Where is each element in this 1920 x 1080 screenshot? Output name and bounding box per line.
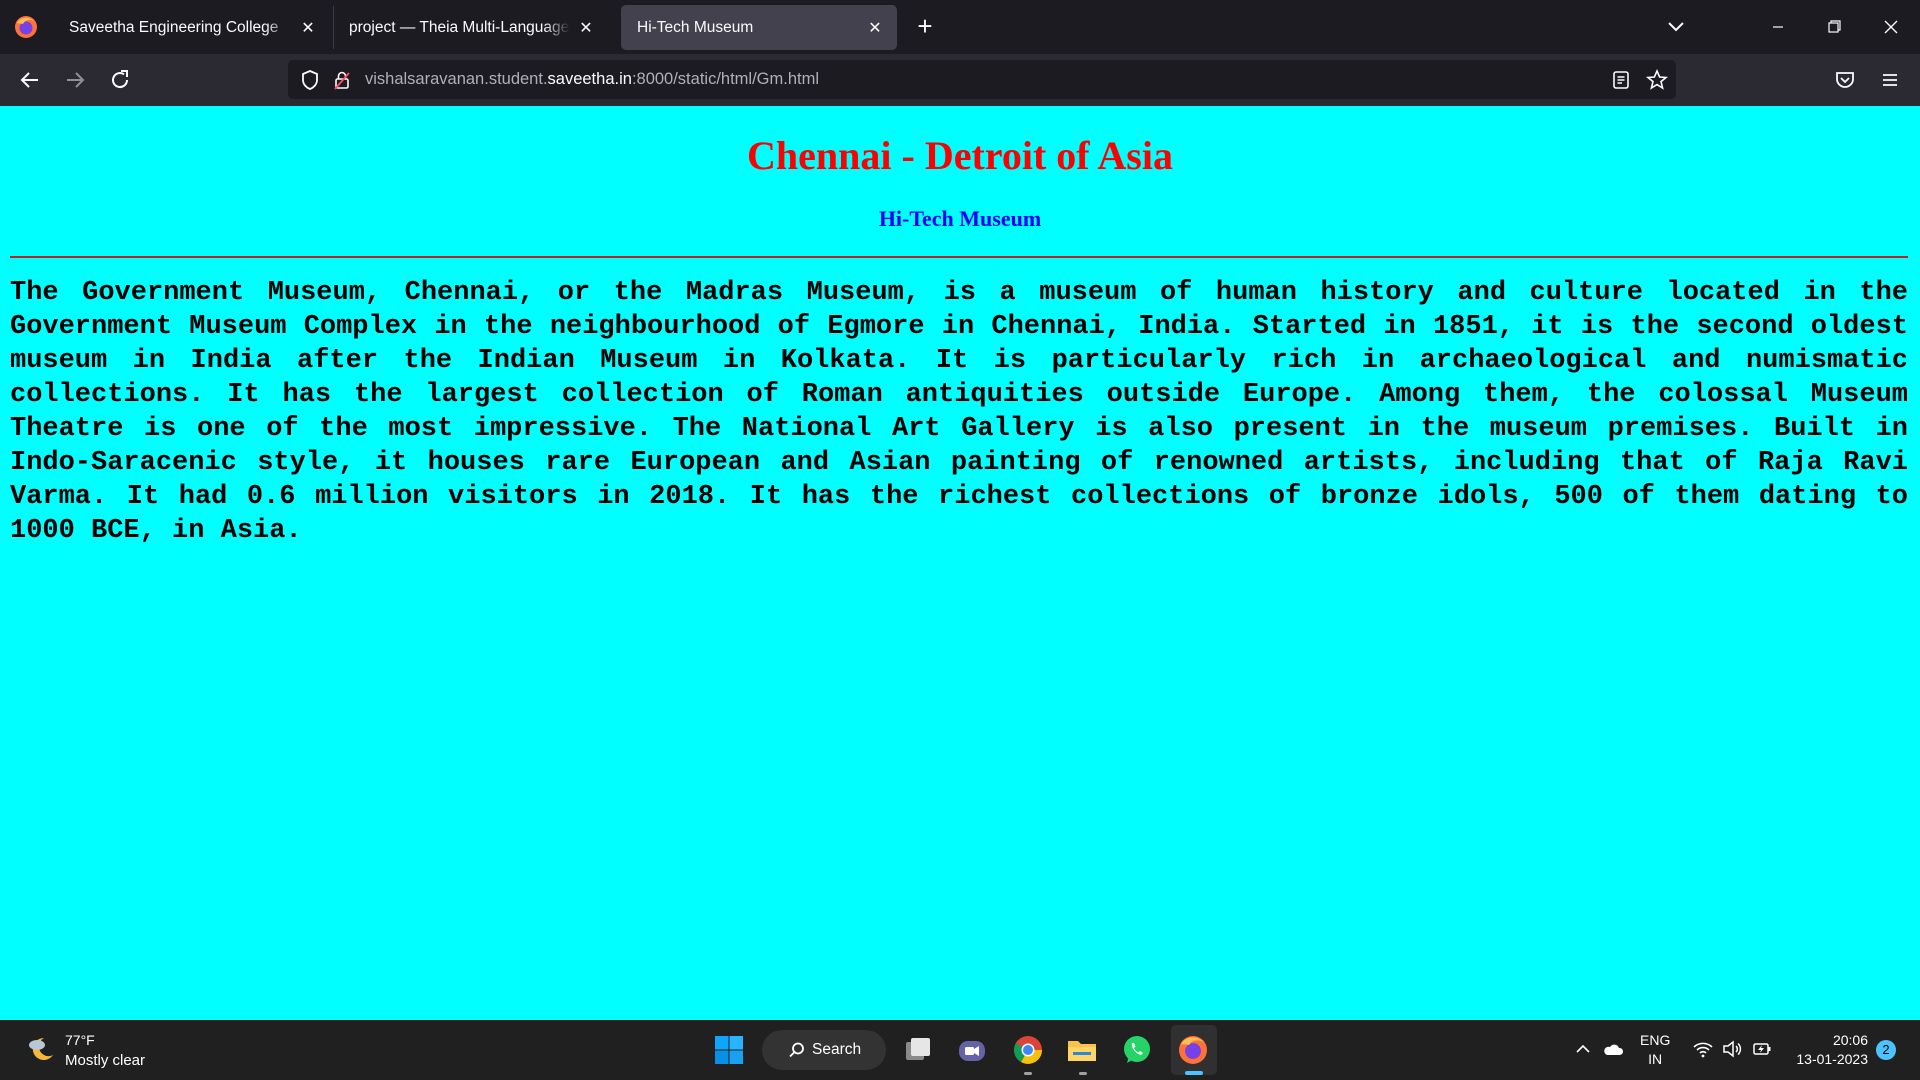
page-subheading: Hi-Tech Museum: [878, 206, 1042, 231]
whatsapp-icon[interactable]: [1119, 1032, 1155, 1068]
explorer-running-indicator: [1079, 1072, 1087, 1075]
reader-view-icon[interactable]: [1610, 69, 1632, 91]
url-host: saveetha.in: [547, 70, 632, 88]
firefox-active-indicator: [1185, 1071, 1203, 1075]
tab-hi-tech-museum[interactable]: Hi-Tech Museum ✕: [621, 5, 897, 50]
web-page-content: Chennai - Detroit of Asia Hi-Tech Museum…: [0, 106, 1920, 1020]
weather-temperature[interactable]: 77°F: [65, 1032, 95, 1048]
tracking-protection-shield-icon[interactable]: [299, 69, 321, 91]
navigation-toolbar: vishalsaravanan.student.saveetha.in:8000…: [0, 54, 1920, 107]
url-text[interactable]: vishalsaravanan.student.saveetha.in:8000…: [365, 70, 819, 89]
tab-close-icon[interactable]: ✕: [300, 20, 316, 37]
firefox-logo-icon[interactable]: [13, 14, 39, 40]
pocket-icon[interactable]: [1832, 67, 1858, 93]
search-icon: [789, 1042, 804, 1058]
url-prefix: vishalsaravanan.student.: [365, 70, 548, 88]
windows-start-icon[interactable]: [711, 1032, 747, 1068]
battery-charging-icon[interactable]: [1751, 1038, 1773, 1060]
url-bar[interactable]: vishalsaravanan.student.saveetha.in:8000…: [288, 60, 1676, 99]
language-region: IN: [1648, 1051, 1663, 1067]
restore-button[interactable]: [1816, 12, 1852, 42]
tab-theia-project[interactable]: project — Theia Multi-Language Example ✕: [333, 5, 608, 50]
horizontal-rule: [10, 256, 1908, 258]
close-window-button[interactable]: [1873, 12, 1909, 42]
clock-time: 20:06: [1832, 1032, 1868, 1048]
chrome-running-indicator: [1024, 1072, 1032, 1075]
museum-description-paragraph: The Government Museum, Chennai, or the M…: [10, 278, 1908, 546]
search-label: Search: [812, 1041, 862, 1058]
language-code: ENG: [1640, 1032, 1671, 1048]
system-clock[interactable]: 20:06 13-01-2023: [1790, 1031, 1868, 1069]
firefox-taskbar-icon[interactable]: [1175, 1032, 1211, 1068]
wifi-icon[interactable]: [1692, 1038, 1714, 1060]
taskbar-search-button[interactable]: Search: [762, 1030, 886, 1070]
tab-title: project — Theia Multi-Language Example: [349, 18, 570, 36]
windows-taskbar: 77°F Mostly clear Search ENG IN 20:06 13…: [0, 1020, 1920, 1080]
teams-chat-icon[interactable]: [954, 1032, 990, 1068]
file-explorer-folder-icon[interactable]: [1064, 1032, 1100, 1068]
reload-icon[interactable]: [107, 67, 133, 93]
weather-condition[interactable]: Mostly clear: [65, 1052, 145, 1069]
volume-speaker-icon[interactable]: [1721, 1038, 1743, 1060]
tab-bar: Saveetha Engineering College ✕ project —…: [0, 0, 1920, 54]
page-heading: Chennai - Detroit of Asia: [747, 133, 1173, 178]
tab-close-icon[interactable]: ✕: [578, 20, 594, 37]
back-arrow-icon[interactable]: [17, 67, 43, 93]
clock-date: 13-01-2023: [1796, 1051, 1868, 1067]
tab-title: Saveetha Engineering College: [69, 18, 279, 36]
notification-count-badge[interactable]: 2: [1876, 1040, 1896, 1060]
url-suffix: :8000/static/html/Gm.html: [631, 70, 819, 88]
task-view-icon[interactable]: [900, 1032, 936, 1068]
weather-moon-cloud-icon[interactable]: [24, 1033, 58, 1067]
hamburger-menu-icon[interactable]: [1877, 67, 1903, 93]
minimize-button[interactable]: [1760, 12, 1796, 42]
tab-title: Hi-Tech Museum: [637, 18, 754, 36]
new-tab-button[interactable]: +: [912, 12, 938, 42]
forward-arrow-icon[interactable]: [62, 67, 88, 93]
list-all-tabs-chevron-icon[interactable]: [1662, 12, 1690, 40]
bookmark-star-icon[interactable]: [1645, 68, 1669, 92]
tab-close-icon[interactable]: ✕: [867, 20, 883, 37]
show-hidden-icons-chevron-icon[interactable]: [1572, 1038, 1594, 1060]
tab-saveetha[interactable]: Saveetha Engineering College ✕: [53, 5, 330, 50]
insecure-lock-icon[interactable]: [332, 69, 352, 91]
input-language-indicator[interactable]: ENG IN: [1640, 1031, 1670, 1069]
onedrive-cloud-icon[interactable]: [1602, 1038, 1624, 1060]
chrome-icon[interactable]: [1010, 1032, 1046, 1068]
